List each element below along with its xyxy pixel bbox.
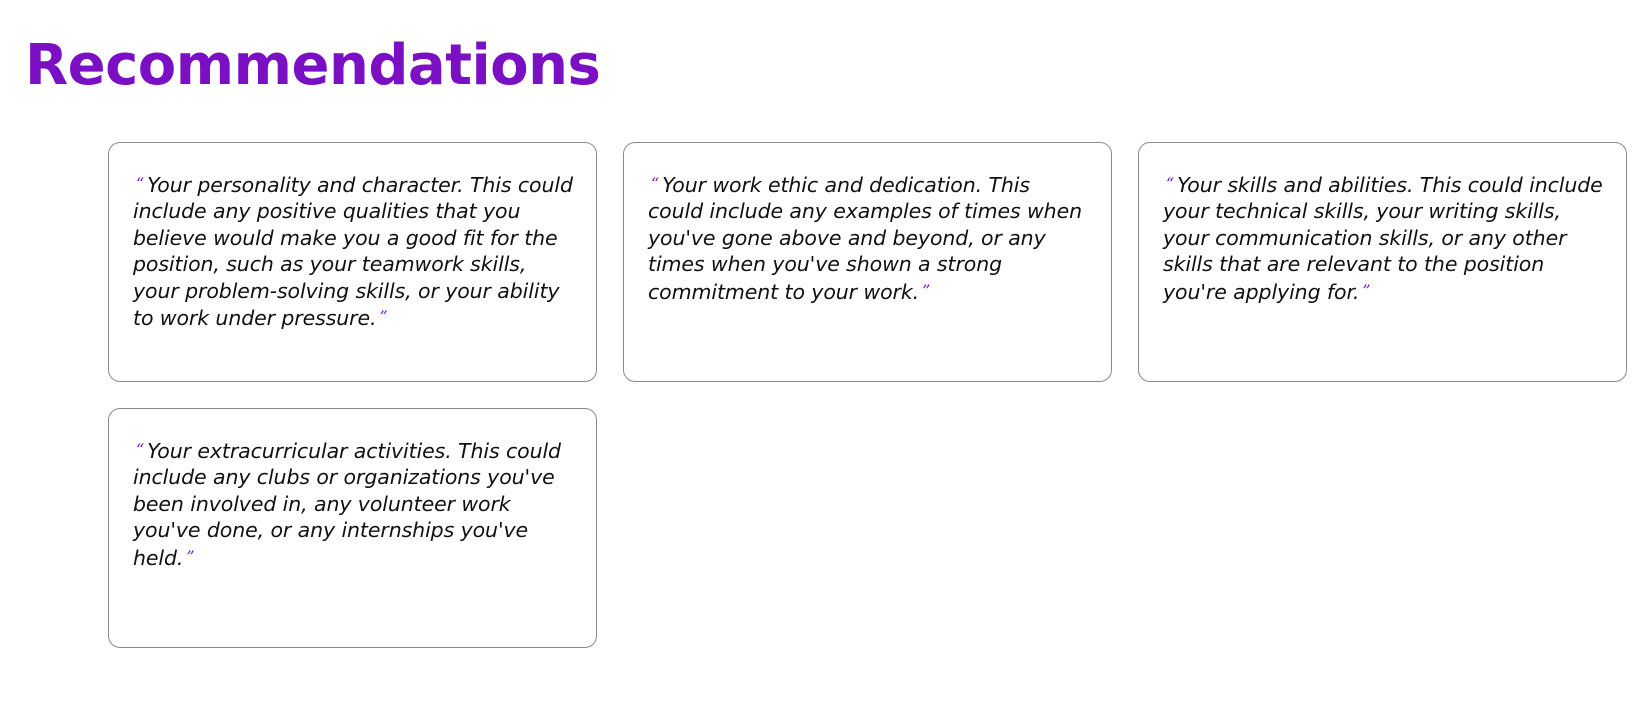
close-quote-icon: ” — [379, 307, 388, 327]
open-quote-icon: “ — [1166, 174, 1175, 193]
recommendation-quote: “Your work ethic and dedication. This co… — [648, 171, 1089, 305]
close-quote-icon: ” — [922, 280, 931, 300]
close-quote-icon: ” — [1362, 280, 1371, 300]
recommendation-text: Your personality and character. This cou… — [133, 173, 573, 331]
open-quote-icon: “ — [651, 174, 660, 193]
recommendation-card: “Your skills and abilities. This could i… — [1138, 142, 1627, 382]
open-quote-icon: “ — [136, 440, 145, 459]
recommendation-card: “Your extracurricular activities. This c… — [108, 408, 597, 648]
recommendation-quote: “Your skills and abilities. This could i… — [1163, 171, 1604, 305]
close-quote-icon: ” — [186, 546, 195, 566]
recommendation-text: Your skills and abilities. This could in… — [1163, 173, 1603, 304]
recommendations-grid: “Your personality and character. This co… — [108, 142, 1627, 648]
recommendation-card: “Your personality and character. This co… — [108, 142, 597, 382]
page-title: Recommendations — [25, 33, 601, 98]
recommendation-card: “Your work ethic and dedication. This co… — [623, 142, 1112, 382]
recommendation-quote: “Your personality and character. This co… — [133, 171, 574, 331]
recommendation-text: Your extracurricular activities. This co… — [133, 439, 561, 570]
recommendation-quote: “Your extracurricular activities. This c… — [133, 437, 574, 571]
recommendation-text: Your work ethic and dedication. This cou… — [648, 173, 1082, 304]
open-quote-icon: “ — [136, 174, 145, 193]
